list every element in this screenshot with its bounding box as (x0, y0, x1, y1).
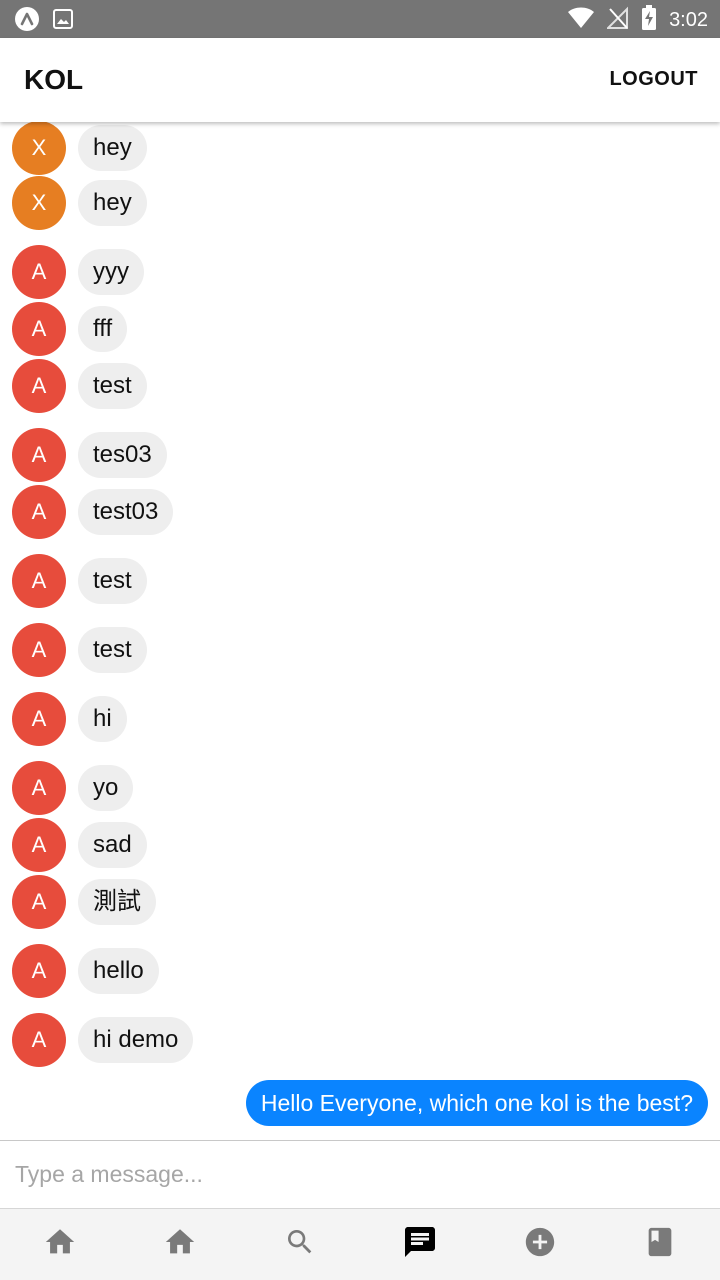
book-icon (643, 1225, 677, 1264)
nav-search[interactable] (240, 1209, 360, 1280)
app-notification-icon (14, 6, 40, 37)
message-bubble[interactable]: hi demo (78, 1017, 194, 1063)
avatar[interactable]: X (12, 176, 66, 230)
avatar[interactable]: A (12, 692, 66, 746)
wifi-icon (567, 6, 595, 35)
message-row: A test (12, 554, 147, 608)
message-bubble[interactable]: hello (78, 948, 159, 994)
message-bubble[interactable]: fff (78, 306, 128, 352)
avatar[interactable]: A (12, 428, 66, 482)
battery-charging-icon (641, 5, 657, 36)
my-message-bubble[interactable]: Hello Everyone, which one kol is the bes… (245, 1080, 708, 1126)
message-row: X hey (12, 122, 147, 175)
message-bubble[interactable]: test (78, 558, 147, 604)
avatar[interactable]: A (12, 875, 66, 929)
nav-home-2[interactable] (120, 1209, 240, 1280)
message-composer (0, 1140, 720, 1208)
message-bubble[interactable]: tes03 (78, 432, 167, 478)
nav-book[interactable] (600, 1209, 720, 1280)
avatar[interactable]: A (12, 1013, 66, 1067)
avatar[interactable]: A (12, 761, 66, 815)
avatar[interactable]: X (12, 122, 66, 175)
message-bubble[interactable]: 測試 (78, 879, 156, 925)
message-bubble[interactable]: hey (78, 180, 147, 226)
message-row: A yo (12, 761, 134, 815)
avatar[interactable]: A (12, 359, 66, 413)
message-row: A hi demo (12, 1013, 194, 1067)
message-bubble[interactable]: hi (78, 696, 127, 742)
home-icon (163, 1225, 197, 1264)
avatar[interactable]: A (12, 623, 66, 677)
add-circle-icon (523, 1225, 557, 1264)
message-bubble[interactable]: yyy (78, 249, 144, 295)
message-bubble[interactable]: test (78, 363, 147, 409)
message-bubble[interactable]: yo (78, 765, 134, 811)
message-bubble[interactable]: hey (78, 125, 147, 171)
status-time: 3:02 (669, 9, 708, 31)
message-row: A hello (12, 944, 159, 998)
avatar[interactable]: A (12, 302, 66, 356)
message-row: A test03 (12, 485, 174, 539)
app-title: KOL (24, 64, 84, 95)
message-bubble[interactable]: test03 (78, 489, 174, 535)
app-bar: KOL LOGOUT (0, 38, 720, 122)
message-row: A test (12, 623, 147, 677)
message-row: A tes03 (12, 428, 167, 482)
avatar[interactable]: A (12, 818, 66, 872)
message-bubble[interactable]: sad (78, 822, 147, 868)
bottom-nav (0, 1208, 720, 1280)
logout-button[interactable]: LOGOUT (609, 68, 698, 91)
message-input[interactable] (0, 1141, 720, 1207)
message-list[interactable]: X hey X hey A yyy A fff A test A tes03 A… (0, 122, 720, 1140)
avatar[interactable]: A (12, 245, 66, 299)
nav-add[interactable] (480, 1209, 600, 1280)
home-icon (43, 1225, 77, 1264)
status-bar: 3:02 (0, 0, 720, 38)
message-row: A hi (12, 692, 127, 746)
message-row: A sad (12, 818, 147, 872)
search-icon (284, 1226, 316, 1263)
avatar[interactable]: A (12, 554, 66, 608)
message-row: A 測試 (12, 875, 156, 929)
message-row: A test (12, 359, 147, 413)
nav-chat[interactable] (360, 1209, 480, 1280)
message-bubble[interactable]: test (78, 627, 147, 673)
avatar[interactable]: A (12, 485, 66, 539)
message-row: A yyy (12, 245, 144, 299)
message-row: X hey (12, 176, 147, 230)
message-row: A fff (12, 302, 128, 356)
nav-home[interactable] (0, 1209, 120, 1280)
image-notification-icon (52, 8, 74, 35)
no-signal-icon (605, 6, 629, 35)
chat-icon (402, 1224, 438, 1265)
avatar[interactable]: A (12, 944, 66, 998)
